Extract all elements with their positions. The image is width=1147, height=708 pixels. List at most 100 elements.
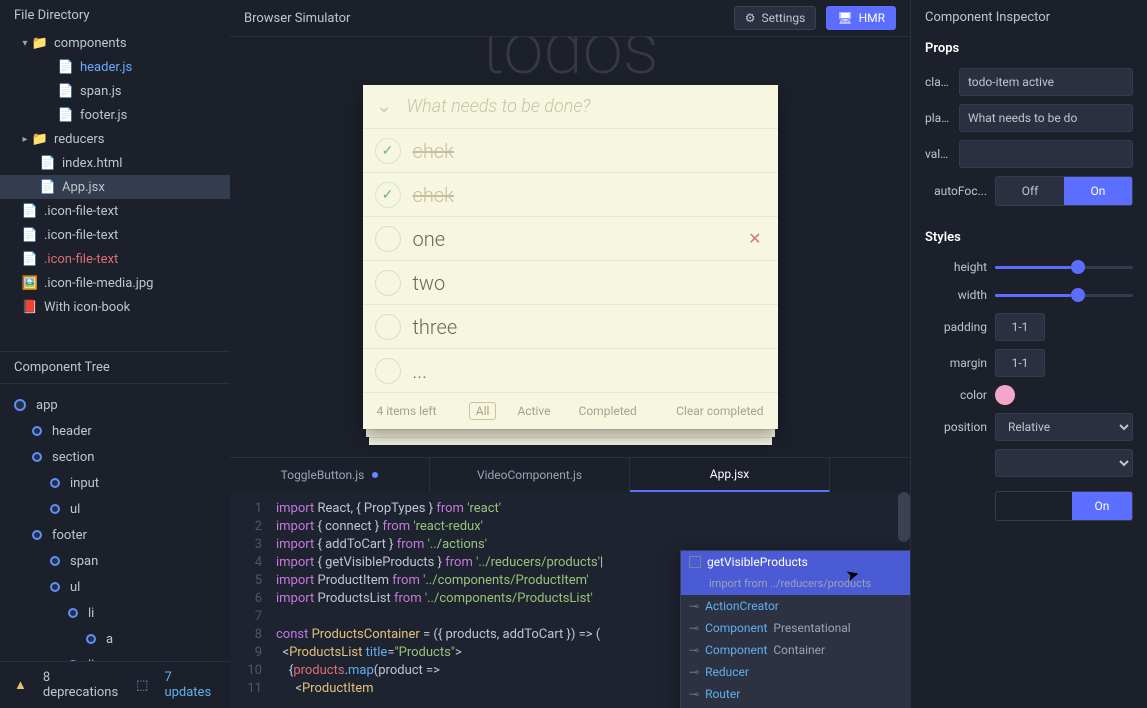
editor-scrollbar[interactable]	[898, 492, 910, 542]
tab-videocomponent[interactable]: VideoComponent.js	[430, 458, 630, 492]
file-index-html[interactable]: 📄index.html	[0, 151, 230, 175]
left-panel: File Directory ▾📁components 📄header.js 📄…	[0, 0, 230, 708]
package-icon: ⬚	[136, 678, 148, 693]
file-icon-text-1[interactable]: 📄.icon-file-text	[0, 199, 230, 223]
line-gutter: 1234567891011	[230, 492, 270, 708]
file-text-icon: 📄	[22, 204, 38, 219]
settings-button[interactable]: ⚙Settings	[734, 6, 817, 30]
hmr-button[interactable]: 🖥HMR	[826, 6, 896, 30]
inspector-panel: Component Inspector Props classNa... pla…	[910, 0, 1147, 708]
ac-item[interactable]: ⊸Reducer	[681, 661, 910, 683]
status-bar: ▲ 8 deprecations ⬚ 7 updates	[0, 661, 230, 708]
clear-completed[interactable]: Clear completed	[676, 404, 763, 418]
width-slider[interactable]	[995, 285, 1133, 305]
check-icon[interactable]: ✓	[375, 314, 401, 340]
filter-completed[interactable]: Completed	[572, 402, 644, 420]
ac-item[interactable]: ⊸Router	[681, 683, 910, 705]
file-footer-js[interactable]: 📄footer.js	[0, 103, 230, 127]
file-header-js[interactable]: 📄header.js	[0, 55, 230, 79]
updates-label[interactable]: 7 updates	[164, 670, 216, 700]
value-input[interactable]	[959, 140, 1133, 168]
filter-active[interactable]: Active	[510, 402, 557, 420]
browser-toolbar: Browser Simulator ⚙Settings 🖥HMR	[230, 0, 910, 37]
node-app[interactable]: app	[14, 392, 230, 418]
margin-label: margin	[925, 356, 987, 370]
ac-item[interactable]: ⊸ComponentContainer	[681, 639, 910, 661]
check-icon[interactable]: ✓	[375, 358, 401, 384]
todo-item[interactable]: ✓chck	[363, 173, 778, 217]
height-slider[interactable]	[995, 257, 1133, 277]
todo-filters: 4 items left All Active Completed Clear …	[363, 393, 778, 429]
node-footer[interactable]: footer	[14, 522, 230, 548]
position-label: position	[925, 420, 987, 434]
node-ul2[interactable]: ul	[14, 574, 230, 600]
node-a[interactable]: a	[14, 626, 230, 652]
book-icon: 📕	[22, 300, 38, 315]
file-icon: 📄	[40, 156, 56, 171]
file-icon-text-2[interactable]: 📄.icon-file-text	[0, 223, 230, 247]
tab-app-jsx[interactable]: App.jsx	[630, 458, 830, 492]
check-icon[interactable]: ✓	[375, 226, 401, 252]
file-icon-media[interactable]: 🖼️.icon-file-media.jpg	[0, 271, 230, 295]
color-label: color	[925, 388, 987, 402]
node-li[interactable]: li	[14, 600, 230, 626]
padding-input[interactable]	[995, 313, 1045, 341]
classname-input[interactable]	[959, 68, 1133, 96]
padding-label: padding	[925, 320, 987, 334]
filter-all[interactable]: All	[469, 402, 497, 420]
styles-title: Styles	[911, 224, 1147, 253]
node-section[interactable]: section	[14, 444, 230, 470]
todo-item[interactable]: ✓one✕	[363, 217, 778, 261]
todo-item[interactable]: ✓two	[363, 261, 778, 305]
file-tree: ▾📁components 📄header.js 📄span.js 📄footer…	[0, 31, 230, 351]
todo-heading: todos	[363, 37, 778, 85]
folder-icon: 📁	[32, 132, 48, 147]
folder-components[interactable]: ▾📁components	[0, 31, 230, 55]
deprecations-label[interactable]: 8 deprecations	[43, 670, 120, 700]
node-li2[interactable]: li	[14, 652, 230, 661]
code-editor[interactable]: 1234567891011 import React, { PropTypes …	[230, 492, 910, 708]
autofocus-on[interactable]: On	[1064, 177, 1132, 205]
color-swatch[interactable]	[995, 385, 1015, 405]
file-icon-book[interactable]: 📕With icon-book	[0, 295, 230, 319]
node-header[interactable]: header	[14, 418, 230, 444]
todo-item[interactable]: ✓three	[363, 305, 778, 349]
check-icon[interactable]: ✓	[375, 182, 401, 208]
check-icon[interactable]: ✓	[375, 270, 401, 296]
file-app-jsx[interactable]: 📄App.jsx	[0, 175, 230, 199]
node-span[interactable]: span	[14, 548, 230, 574]
node-ul[interactable]: ul	[14, 496, 230, 522]
file-span-js[interactable]: 📄span.js	[0, 79, 230, 103]
todo-item[interactable]: ✓chck	[363, 129, 778, 173]
node-input[interactable]: input	[14, 470, 230, 496]
check-icon[interactable]: ✓	[375, 138, 401, 164]
width-label: width	[925, 288, 987, 302]
todo-item[interactable]: ✓...	[363, 349, 778, 393]
tab-togglebutton[interactable]: ToggleButton.js	[230, 458, 430, 492]
folder-reducers[interactable]: ▸📁reducers	[0, 127, 230, 151]
file-icon: 📄	[58, 84, 74, 99]
chevron-down-icon[interactable]: ⌄	[377, 96, 392, 117]
monitor-icon: 🖥	[837, 11, 852, 25]
ac-item[interactable]: ⊸ComponentPresentational	[681, 617, 910, 639]
todo-new-row[interactable]: ⌄ What needs to be done?	[363, 85, 778, 129]
delete-icon[interactable]: ✕	[748, 229, 761, 248]
ac-item[interactable]: ⊸ActionCreator	[681, 595, 910, 617]
position-select[interactable]: Relative	[995, 413, 1133, 441]
center-panel: Browser Simulator ⚙Settings 🖥HMR todos ⌄…	[230, 0, 910, 708]
classname-label: classNa...	[925, 75, 951, 89]
autofocus-off[interactable]: Off	[996, 177, 1064, 205]
inspector-title: Component Inspector	[911, 0, 1147, 35]
todo-app: ⌄ What needs to be done? ✓chck ✓chck ✓on…	[363, 85, 778, 429]
todo-placeholder: What needs to be done?	[407, 96, 591, 117]
bottom-on[interactable]: On	[1072, 492, 1132, 520]
file-media-icon: 🖼️	[22, 276, 38, 291]
extra-select[interactable]	[995, 449, 1133, 477]
warning-icon: ▲	[14, 677, 27, 693]
autofocus-label: autoFoc...	[925, 184, 987, 198]
height-label: height	[925, 260, 987, 274]
margin-input[interactable]	[995, 349, 1045, 377]
placeholder-input[interactable]	[959, 104, 1133, 132]
ac-item[interactable]: getVisibleProducts	[681, 551, 910, 573]
file-icon-text-3[interactable]: 📄.icon-file-text	[0, 247, 230, 271]
